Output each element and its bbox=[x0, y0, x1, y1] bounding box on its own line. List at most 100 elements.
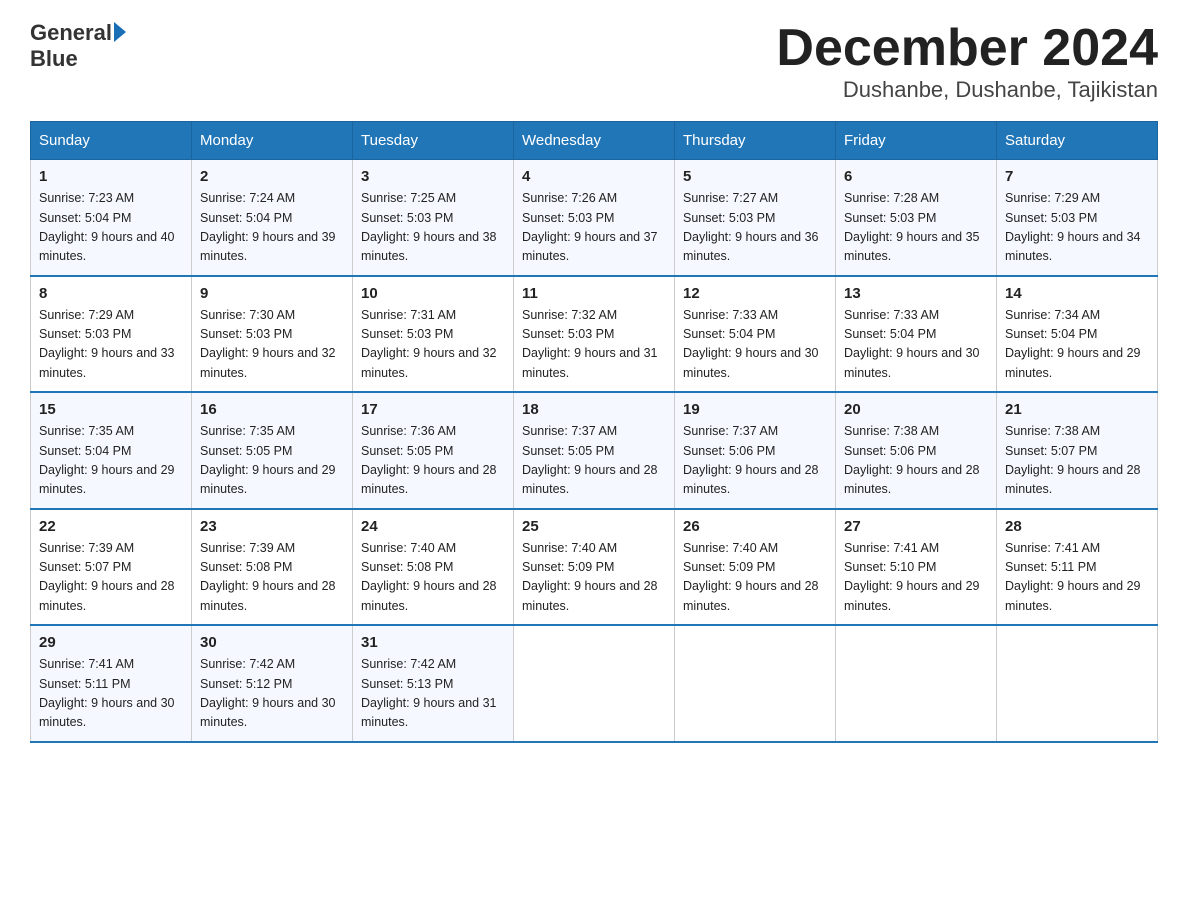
day-number: 30 bbox=[200, 634, 344, 651]
calendar-cell: 24 Sunrise: 7:40 AMSunset: 5:08 PMDayligh… bbox=[353, 509, 514, 626]
calendar-cell: 19 Sunrise: 7:37 AMSunset: 5:06 PMDayligh… bbox=[675, 392, 836, 509]
day-number: 4 bbox=[522, 168, 666, 185]
logo-general-text: General bbox=[30, 20, 112, 46]
day-info: Sunrise: 7:29 AMSunset: 5:03 PMDaylight:… bbox=[39, 306, 183, 384]
day-info: Sunrise: 7:29 AMSunset: 5:03 PMDaylight:… bbox=[1005, 189, 1149, 267]
day-info: Sunrise: 7:42 AMSunset: 5:12 PMDaylight:… bbox=[200, 655, 344, 733]
calendar-week-row: 22 Sunrise: 7:39 AMSunset: 5:07 PMDayligh… bbox=[31, 509, 1158, 626]
day-number: 28 bbox=[1005, 518, 1149, 535]
day-info: Sunrise: 7:30 AMSunset: 5:03 PMDaylight:… bbox=[200, 306, 344, 384]
day-number: 17 bbox=[361, 401, 505, 418]
calendar-cell: 31 Sunrise: 7:42 AMSunset: 5:13 PMDayligh… bbox=[353, 625, 514, 742]
day-number: 3 bbox=[361, 168, 505, 185]
day-number: 12 bbox=[683, 285, 827, 302]
header-friday: Friday bbox=[836, 122, 997, 160]
calendar-cell: 18Sunrise: 7:37 AMSunset: 5:05 PMDayligh… bbox=[514, 392, 675, 509]
logo-triangle-icon bbox=[114, 22, 126, 42]
day-info: Sunrise: 7:26 AMSunset: 5:03 PMDaylight:… bbox=[522, 189, 666, 267]
header-thursday: Thursday bbox=[675, 122, 836, 160]
day-number: 22 bbox=[39, 518, 183, 535]
day-number: 21 bbox=[1005, 401, 1149, 418]
calendar-week-row: 29 Sunrise: 7:41 AMSunset: 5:11 PMDayligh… bbox=[31, 625, 1158, 742]
day-info: Sunrise: 7:25 AMSunset: 5:03 PMDaylight:… bbox=[361, 189, 505, 267]
day-info: Sunrise: 7:27 AMSunset: 5:03 PMDaylight:… bbox=[683, 189, 827, 267]
calendar-cell: 22 Sunrise: 7:39 AMSunset: 5:07 PMDayligh… bbox=[31, 509, 192, 626]
calendar-cell: 9 Sunrise: 7:30 AMSunset: 5:03 PMDaylight… bbox=[192, 276, 353, 393]
calendar-cell: 1 Sunrise: 7:23 AMSunset: 5:04 PMDaylight… bbox=[31, 160, 192, 276]
header-tuesday: Tuesday bbox=[353, 122, 514, 160]
day-info: Sunrise: 7:37 AMSunset: 5:06 PMDaylight:… bbox=[683, 422, 827, 500]
calendar-cell: 15 Sunrise: 7:35 AMSunset: 5:04 PMDayligh… bbox=[31, 392, 192, 509]
calendar-header-row: SundayMondayTuesdayWednesdayThursdayFrid… bbox=[31, 122, 1158, 160]
day-number: 31 bbox=[361, 634, 505, 651]
day-number: 8 bbox=[39, 285, 183, 302]
calendar-cell: 25Sunrise: 7:40 AMSunset: 5:09 PMDayligh… bbox=[514, 509, 675, 626]
title-block: December 2024 Dushanbe, Dushanbe, Tajiki… bbox=[776, 20, 1158, 103]
day-info: Sunrise: 7:39 AMSunset: 5:08 PMDaylight:… bbox=[200, 539, 344, 617]
calendar-cell: 2 Sunrise: 7:24 AMSunset: 5:04 PMDaylight… bbox=[192, 160, 353, 276]
calendar-cell: 4 Sunrise: 7:26 AMSunset: 5:03 PMDaylight… bbox=[514, 160, 675, 276]
calendar-cell: 30 Sunrise: 7:42 AMSunset: 5:12 PMDayligh… bbox=[192, 625, 353, 742]
calendar-cell: 13Sunrise: 7:33 AMSunset: 5:04 PMDayligh… bbox=[836, 276, 997, 393]
day-info: Sunrise: 7:34 AMSunset: 5:04 PMDaylight:… bbox=[1005, 306, 1149, 384]
calendar-cell bbox=[514, 625, 675, 742]
day-info: Sunrise: 7:35 AMSunset: 5:04 PMDaylight:… bbox=[39, 422, 183, 500]
day-info: Sunrise: 7:37 AMSunset: 5:05 PMDaylight:… bbox=[522, 422, 666, 500]
header-monday: Monday bbox=[192, 122, 353, 160]
day-info: Sunrise: 7:40 AMSunset: 5:08 PMDaylight:… bbox=[361, 539, 505, 617]
day-number: 20 bbox=[844, 401, 988, 418]
day-number: 29 bbox=[39, 634, 183, 651]
logo-blue-text: Blue bbox=[30, 46, 126, 72]
calendar-cell: 14Sunrise: 7:34 AMSunset: 5:04 PMDayligh… bbox=[997, 276, 1158, 393]
logo: General Blue bbox=[30, 20, 126, 73]
calendar-cell: 28Sunrise: 7:41 AMSunset: 5:11 PMDayligh… bbox=[997, 509, 1158, 626]
calendar-table: SundayMondayTuesdayWednesdayThursdayFrid… bbox=[30, 121, 1158, 743]
day-number: 11 bbox=[522, 285, 666, 302]
calendar-cell: 23 Sunrise: 7:39 AMSunset: 5:08 PMDayligh… bbox=[192, 509, 353, 626]
day-number: 25 bbox=[522, 518, 666, 535]
calendar-cell bbox=[675, 625, 836, 742]
day-number: 26 bbox=[683, 518, 827, 535]
day-info: Sunrise: 7:41 AMSunset: 5:11 PMDaylight:… bbox=[39, 655, 183, 733]
calendar-cell: 11 Sunrise: 7:32 AMSunset: 5:03 PMDayligh… bbox=[514, 276, 675, 393]
day-info: Sunrise: 7:23 AMSunset: 5:04 PMDaylight:… bbox=[39, 189, 183, 267]
calendar-week-row: 15 Sunrise: 7:35 AMSunset: 5:04 PMDayligh… bbox=[31, 392, 1158, 509]
day-number: 10 bbox=[361, 285, 505, 302]
day-number: 27 bbox=[844, 518, 988, 535]
day-info: Sunrise: 7:35 AMSunset: 5:05 PMDaylight:… bbox=[200, 422, 344, 500]
calendar-cell: 29 Sunrise: 7:41 AMSunset: 5:11 PMDayligh… bbox=[31, 625, 192, 742]
calendar-week-row: 1 Sunrise: 7:23 AMSunset: 5:04 PMDaylight… bbox=[31, 160, 1158, 276]
calendar-cell: 12 Sunrise: 7:33 AMSunset: 5:04 PMDayligh… bbox=[675, 276, 836, 393]
day-info: Sunrise: 7:39 AMSunset: 5:07 PMDaylight:… bbox=[39, 539, 183, 617]
day-number: 15 bbox=[39, 401, 183, 418]
calendar-subtitle: Dushanbe, Dushanbe, Tajikistan bbox=[776, 77, 1158, 103]
header-saturday: Saturday bbox=[997, 122, 1158, 160]
day-number: 24 bbox=[361, 518, 505, 535]
header-wednesday: Wednesday bbox=[514, 122, 675, 160]
calendar-cell bbox=[997, 625, 1158, 742]
calendar-cell: 21Sunrise: 7:38 AMSunset: 5:07 PMDayligh… bbox=[997, 392, 1158, 509]
calendar-cell: 5Sunrise: 7:27 AMSunset: 5:03 PMDaylight… bbox=[675, 160, 836, 276]
day-number: 23 bbox=[200, 518, 344, 535]
day-info: Sunrise: 7:24 AMSunset: 5:04 PMDaylight:… bbox=[200, 189, 344, 267]
day-info: Sunrise: 7:41 AMSunset: 5:10 PMDaylight:… bbox=[844, 539, 988, 617]
calendar-cell: 16Sunrise: 7:35 AMSunset: 5:05 PMDayligh… bbox=[192, 392, 353, 509]
calendar-cell: 8 Sunrise: 7:29 AMSunset: 5:03 PMDaylight… bbox=[31, 276, 192, 393]
calendar-cell: 3 Sunrise: 7:25 AMSunset: 5:03 PMDaylight… bbox=[353, 160, 514, 276]
day-number: 7 bbox=[1005, 168, 1149, 185]
day-number: 2 bbox=[200, 168, 344, 185]
day-info: Sunrise: 7:32 AMSunset: 5:03 PMDaylight:… bbox=[522, 306, 666, 384]
header-sunday: Sunday bbox=[31, 122, 192, 160]
day-info: Sunrise: 7:28 AMSunset: 5:03 PMDaylight:… bbox=[844, 189, 988, 267]
day-number: 9 bbox=[200, 285, 344, 302]
calendar-cell: 26 Sunrise: 7:40 AMSunset: 5:09 PMDayligh… bbox=[675, 509, 836, 626]
day-number: 1 bbox=[39, 168, 183, 185]
calendar-cell: 7 Sunrise: 7:29 AMSunset: 5:03 PMDaylight… bbox=[997, 160, 1158, 276]
day-info: Sunrise: 7:33 AMSunset: 5:04 PMDaylight:… bbox=[683, 306, 827, 384]
day-info: Sunrise: 7:42 AMSunset: 5:13 PMDaylight:… bbox=[361, 655, 505, 733]
day-number: 13 bbox=[844, 285, 988, 302]
day-info: Sunrise: 7:40 AMSunset: 5:09 PMDaylight:… bbox=[683, 539, 827, 617]
calendar-cell: 10Sunrise: 7:31 AMSunset: 5:03 PMDayligh… bbox=[353, 276, 514, 393]
day-number: 6 bbox=[844, 168, 988, 185]
day-number: 19 bbox=[683, 401, 827, 418]
